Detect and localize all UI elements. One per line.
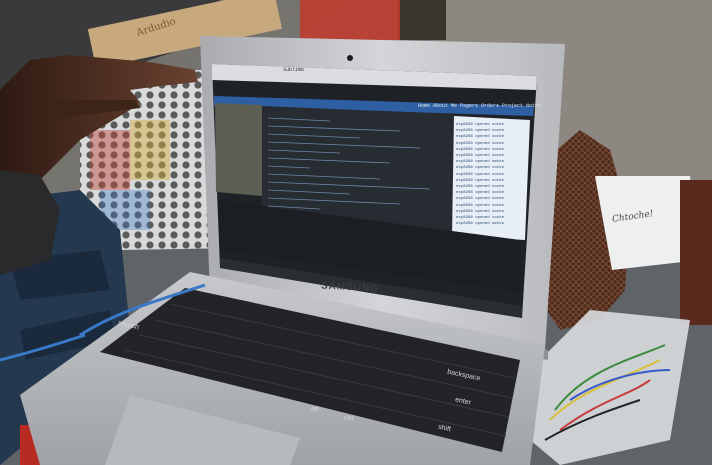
list-item: esp8266 opened websocket_js bbox=[456, 222, 504, 227]
photo-scene bbox=[0, 0, 712, 465]
list-item: esp8266 opened socket_js bbox=[456, 197, 504, 202]
sidebar-items: esp8266 opened socket_js esp8266 opened … bbox=[456, 122, 504, 227]
webcam bbox=[347, 55, 353, 61]
list-item: esp8266 opened socket_js bbox=[456, 172, 504, 177]
list-item: esp8266 opened socket_js bbox=[456, 203, 504, 208]
alt-key: alt bbox=[310, 405, 320, 414]
wood-block bbox=[680, 180, 712, 325]
red-chairs bbox=[300, 0, 400, 40]
browser-tab-label: Sublime bbox=[283, 67, 305, 73]
list-item: esp8266 opened socket_js bbox=[456, 135, 504, 140]
left-panel bbox=[215, 103, 262, 196]
list-item: esp8266 opened socket_js bbox=[456, 141, 504, 146]
site-menu: Home About Me Pagers Orders Project Note… bbox=[418, 103, 542, 109]
tree-trunk bbox=[398, 0, 446, 40]
list-item: esp8266 opened socket_js bbox=[456, 166, 504, 171]
